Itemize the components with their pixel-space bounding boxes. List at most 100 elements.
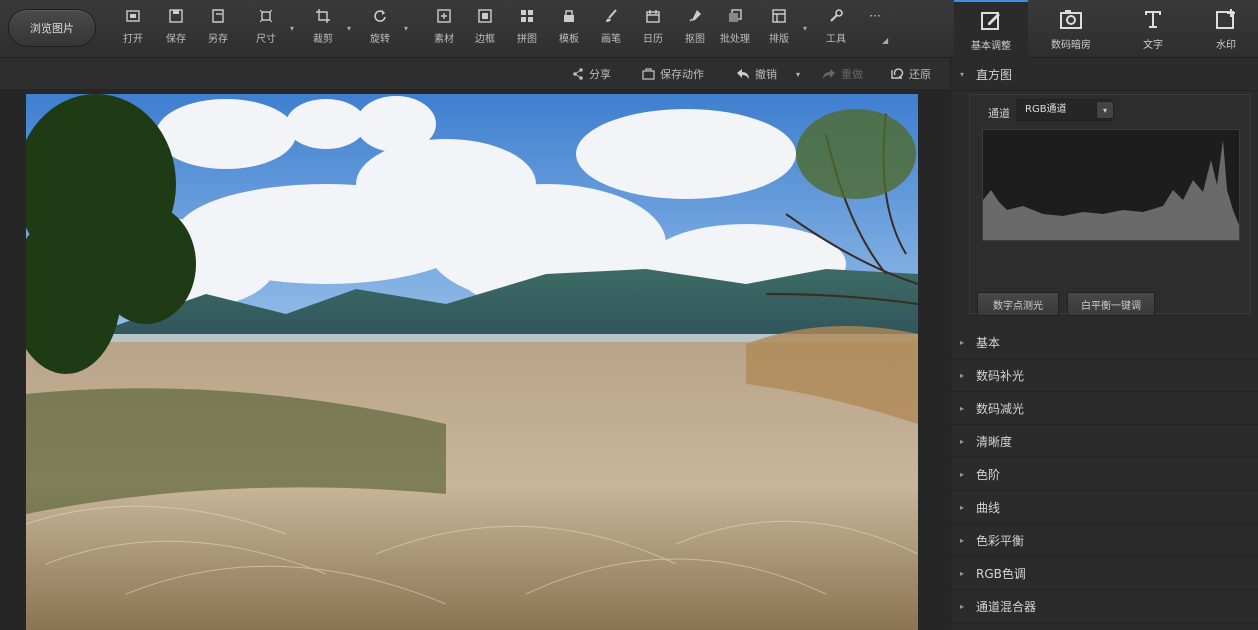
brush-icon (603, 8, 619, 24)
histogram-box: 通道 RGB通道 ▾ (969, 94, 1251, 314)
toolbar-label: 边框 (475, 34, 495, 45)
section-levels[interactable]: ▸ 色阶 (951, 458, 1258, 491)
text-icon (1145, 10, 1161, 28)
tab-darkroom[interactable]: 数码暗房 (1034, 0, 1108, 58)
save-button[interactable]: 保存 (159, 8, 193, 50)
save-as-button[interactable]: 另存 (201, 8, 235, 50)
batch-button[interactable]: 批处理 (718, 8, 752, 50)
undo-button[interactable]: 撤销 (736, 66, 777, 82)
tab-basic-adjust[interactable]: 基本调整 (954, 0, 1028, 58)
chevron-down-icon[interactable]: ▾ (1096, 101, 1114, 119)
cutout-button[interactable]: 抠图 (678, 8, 712, 50)
brush-button[interactable]: 画笔 (594, 8, 628, 50)
rotate-dropdown-icon[interactable]: ▾ (404, 24, 412, 33)
expand-arrow-icon: ▸ (960, 601, 965, 611)
rotate-icon (372, 8, 388, 24)
section-clarity[interactable]: ▸ 清晰度 (951, 425, 1258, 458)
section-label: 色彩平衡 (976, 533, 1025, 548)
expand-arrow-icon: ▸ (960, 403, 965, 413)
section-label: 清晰度 (976, 434, 1013, 449)
tools-icon (828, 8, 844, 24)
toolbar-label: 工具 (826, 34, 846, 45)
section-label: 曲线 (976, 500, 1001, 515)
undo-dropdown-icon[interactable]: ▾ (796, 66, 800, 82)
section-rgb-tone[interactable]: ▸ RGB色调 (951, 557, 1258, 590)
histogram-title: 直方图 (976, 67, 1013, 82)
resize-button[interactable]: 尺寸 (249, 8, 283, 50)
collage-button[interactable]: 拼图 (510, 8, 544, 50)
calendar-button[interactable]: 日历 (636, 8, 670, 50)
undo-label: 撤销 (755, 68, 777, 81)
tab-text[interactable]: 文字 (1116, 0, 1190, 58)
auto-exposure-button[interactable]: 数字点测光 (977, 292, 1059, 316)
expand-arrow-icon: ▸ (960, 502, 965, 512)
layout-button[interactable]: 排版 (762, 8, 796, 50)
rotate-button[interactable]: 旋转 (363, 8, 397, 50)
save-icon (168, 8, 184, 24)
collage-icon (519, 8, 535, 24)
save-action-button[interactable]: 保存动作 (642, 66, 704, 82)
section-color-balance[interactable]: ▸ 色彩平衡 (951, 524, 1258, 557)
section-label: 数码补光 (976, 368, 1025, 383)
save-action-label: 保存动作 (660, 68, 704, 81)
watermark-icon (1216, 8, 1235, 29)
toolbar-label: 尺寸 (256, 34, 276, 45)
section-label: 通道混合器 (976, 599, 1037, 614)
undo-icon (737, 69, 749, 79)
toolbar-label: 保存 (166, 34, 186, 45)
crop-dropdown-icon[interactable]: ▾ (347, 24, 355, 33)
white-balance-button[interactable]: 白平衡一键调 (1067, 292, 1155, 316)
template-icon (561, 8, 577, 24)
section-fill-light[interactable]: ▸ 数码补光 (951, 359, 1258, 392)
toolbar-label: 批处理 (720, 34, 750, 45)
batch-icon (727, 8, 743, 24)
toolbar-label: 画笔 (601, 34, 621, 45)
section-label: 基本 (976, 335, 1001, 350)
expand-arrow-icon: ▸ (960, 370, 965, 380)
open-icon (125, 8, 141, 24)
section-label: RGB色调 (976, 566, 1026, 581)
tools-button[interactable]: 工具 (819, 8, 853, 50)
expand-arrow-icon: ▸ (960, 337, 965, 347)
expand-arrow-icon: ▸ (960, 535, 965, 545)
section-basic[interactable]: ▸ 基本 (951, 326, 1258, 359)
crop-button[interactable]: 裁剪 (306, 8, 340, 50)
section-curves[interactable]: ▸ 曲线 (951, 491, 1258, 524)
histogram-section-header[interactable]: ▾ 直方图 (951, 58, 1258, 91)
share-label: 分享 (589, 68, 611, 81)
border-icon (477, 8, 493, 24)
toolbar-label: 抠图 (685, 34, 705, 45)
share-button[interactable]: 分享 (572, 66, 611, 82)
channel-label: 通道 (988, 107, 1010, 120)
section-label: 色阶 (976, 467, 1001, 482)
toolbar-label: 日历 (643, 34, 663, 45)
toolbar-label: 模板 (559, 34, 579, 45)
open-button[interactable]: 打开 (116, 8, 150, 50)
edited-photo[interactable] (26, 94, 918, 630)
landscape-photo (26, 94, 918, 630)
redo-button[interactable]: 重做 (822, 66, 863, 82)
layout-dropdown-icon[interactable]: ▾ (803, 24, 811, 33)
collapse-toolbar-icon[interactable]: ◢ (882, 36, 890, 45)
restore-button[interactable]: 还原 (890, 66, 931, 82)
share-icon (573, 68, 583, 80)
histogram-graph (982, 129, 1240, 241)
section-reduce-light[interactable]: ▸ 数码减光 (951, 392, 1258, 425)
border-button[interactable]: 边框 (468, 8, 502, 50)
tab-watermark[interactable]: 水印 (1196, 0, 1256, 58)
browse-images-button[interactable]: 浏览图片 (8, 9, 96, 47)
histogram-plot (983, 140, 1239, 240)
toolbar-label: 打开 (123, 34, 143, 45)
toolbar-label: 排版 (769, 34, 789, 45)
tab-label: 文字 (1143, 39, 1163, 51)
material-icon (436, 8, 452, 24)
restore-icon (891, 68, 904, 79)
section-channel-mixer[interactable]: ▸ 通道混合器 (951, 590, 1258, 623)
adjust-panel: ▾ 直方图 通道 RGB通道 ▾ 数字点测光 白平衡一键调 ▸ 基本 ▸ 数码补光 … (950, 58, 1258, 630)
toolbar-label: 裁剪 (313, 34, 333, 45)
tab-label: 数码暗房 (1051, 39, 1091, 51)
expand-arrow-icon: ▸ (960, 436, 965, 446)
material-button[interactable]: 素材 (427, 8, 461, 50)
template-button[interactable]: 模板 (552, 8, 586, 50)
resize-dropdown-icon[interactable]: ▾ (290, 24, 298, 33)
